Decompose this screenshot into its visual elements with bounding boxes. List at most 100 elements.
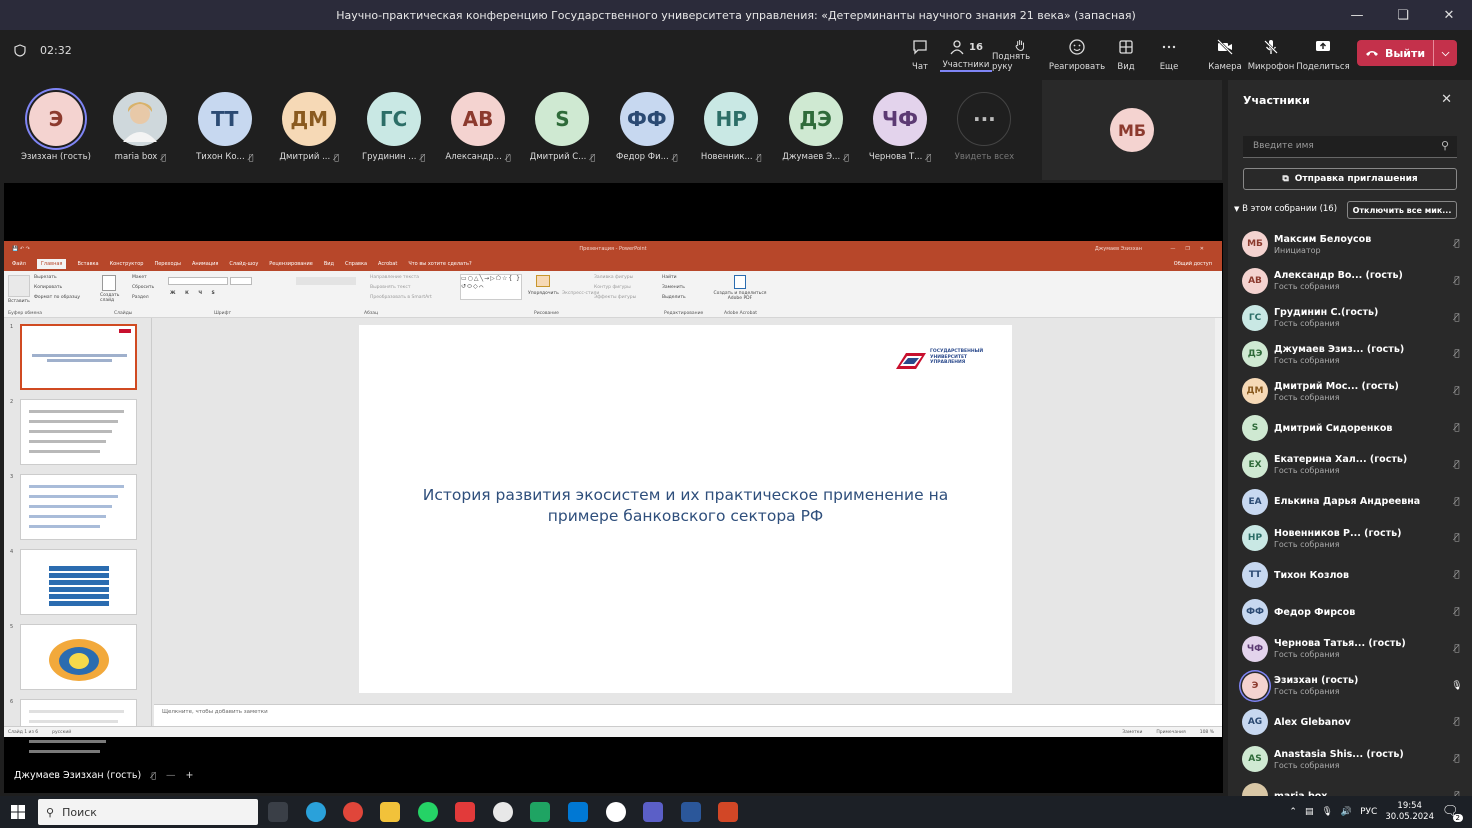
status-zoom[interactable]: 108 % — [1200, 730, 1214, 735]
participant-tile[interactable]: maria box 🎙̸ — [98, 92, 182, 166]
font-format-buttons[interactable]: Ж К Ч S — [170, 291, 219, 296]
align-text-button[interactable]: Выровнять текст — [370, 285, 410, 290]
chat-button[interactable]: Чат — [894, 38, 946, 72]
participant-list-item[interactable]: ЧФ Чернова Татья... (гость) Гость собрания… — [1242, 632, 1464, 666]
participant-list-item[interactable]: НР Новенников Р... (гость) Гость собрания 🎙… — [1242, 521, 1464, 555]
minimize-icon[interactable]: — — [1334, 0, 1380, 30]
participant-list-item[interactable]: МБ Максим Белоусов Инициатор 🎙̸ — [1242, 227, 1464, 261]
in-meeting-section-header[interactable]: ▼ В этом собрании (16) — [1234, 204, 1337, 214]
ppt-tab[interactable]: Слайд-шоу — [229, 261, 258, 267]
ppt-tab[interactable]: Acrobat — [378, 261, 397, 267]
tray-mic-icon[interactable]: 🎙 — [1321, 807, 1332, 817]
participant-list-item[interactable]: S Дмитрий Сидоренков 🎙̸ — [1242, 411, 1464, 445]
participant-list-item[interactable]: Э Эзизхан (гость) Гость собрания 🎙 — [1242, 669, 1464, 703]
status-notes-button[interactable]: Заметки — [1122, 730, 1142, 735]
smartart-button[interactable]: Преобразовать в SmartArt — [370, 295, 432, 300]
find-button[interactable]: Найти — [662, 275, 677, 280]
windows-start-icon[interactable] — [11, 805, 25, 819]
powerpoint-icon[interactable] — [718, 802, 738, 822]
new-slide-icon[interactable] — [102, 275, 116, 291]
ppt-share-button[interactable]: Общий доступ — [1174, 261, 1212, 267]
copy-button[interactable]: Копировать — [34, 285, 62, 290]
shape-effects-button[interactable]: Эффекты фигуры — [594, 295, 636, 300]
ppt-window-controls[interactable]: —❐✕ — [1170, 246, 1214, 252]
participant-search-input[interactable]: Введите имя ⚲ — [1243, 136, 1457, 158]
layout-button[interactable]: Макет — [132, 275, 147, 280]
paste-button[interactable]: Вставить — [8, 299, 30, 304]
participant-tile[interactable]: ЧФ Чернова Т... 🎙̸ — [858, 92, 942, 166]
slide-thumbnail[interactable] — [20, 324, 137, 390]
camera-button[interactable]: Камера — [1199, 38, 1251, 72]
participant-tile[interactable]: ДЭ Джумаев Э... 🎙̸ — [774, 92, 858, 166]
participant-list-item[interactable]: ГС Грудинин С.(гость) Гость собрания 🎙̸ — [1242, 301, 1464, 335]
leave-button[interactable]: Выйти ⌵ — [1357, 40, 1457, 66]
mute-all-button[interactable]: Отключить все мик... — [1347, 201, 1457, 219]
acrobat-create-button[interactable]: Создать и поделиться Adobe PDF — [710, 291, 770, 301]
arrange-icon[interactable] — [536, 275, 550, 287]
file-explorer-icon[interactable] — [380, 802, 400, 822]
tray-chevron-up-icon[interactable]: ⌃ — [1289, 807, 1297, 817]
tray-volume-icon[interactable]: 🔊 — [1341, 807, 1352, 817]
current-slide[interactable]: ГОСУДАРСТВЕННЫЙ УНИВЕРСИТЕТ УПРАВЛЕНИЯ И… — [359, 325, 1012, 693]
select-button[interactable]: Выделить — [662, 295, 686, 300]
participant-list-item[interactable]: АВ Александр Во... (гость) Гость собрания 🎙… — [1242, 264, 1464, 298]
word-icon[interactable] — [681, 802, 701, 822]
panel-close-icon[interactable]: ✕ — [1441, 92, 1452, 107]
ms-store-icon[interactable] — [568, 802, 588, 822]
text-direction-button[interactable]: Направление текста — [370, 275, 419, 280]
participant-list-item[interactable]: ТТ Тихон Козлов 🎙̸ — [1242, 558, 1464, 592]
participant-list-item[interactable]: ДЭ Джумаев Эзиз... (гость) Гость собрания 🎙… — [1242, 337, 1464, 371]
slide-thumbnail[interactable] — [20, 474, 137, 540]
participant-tile[interactable]: ГС Грудинин ... 🎙̸ — [352, 92, 436, 166]
maximize-icon[interactable]: ❏ — [1380, 0, 1426, 30]
yandex-browser-icon[interactable] — [606, 802, 626, 822]
mic-button[interactable]: Микрофон — [1245, 38, 1297, 72]
react-button[interactable]: Реагировать — [1049, 38, 1105, 72]
share-button[interactable]: Поделиться — [1296, 38, 1350, 72]
slide-thumbnail[interactable] — [20, 549, 137, 615]
itunes-icon[interactable] — [493, 802, 513, 822]
participant-tile[interactable]: ··· Увидеть всех — [942, 92, 1026, 166]
font-size-input[interactable] — [230, 277, 252, 285]
replace-button[interactable]: Заменить — [662, 285, 685, 290]
reset-button[interactable]: Сбросить — [132, 285, 154, 290]
spotlight-video-tile[interactable]: МБ — [1042, 80, 1222, 180]
section-button[interactable]: Раздел — [132, 295, 149, 300]
participant-tile[interactable]: Э Эзизхан (гость) — [14, 92, 98, 166]
ppt-tab[interactable]: Конструктор — [110, 261, 144, 267]
notes-pane[interactable]: Щелкните, чтобы добавить заметки — [154, 704, 1222, 726]
participant-tile[interactable]: ТТ Тихон Ко... 🎙̸ — [183, 92, 267, 166]
participant-tile[interactable]: АВ Александр... 🎙̸ — [436, 92, 520, 166]
shapes-gallery[interactable]: ▭○△╲→▷⬠☆{ }↺⬭◇⌒ — [460, 274, 522, 300]
send-invite-button[interactable]: ⧉ Отправка приглашения — [1243, 168, 1457, 190]
participant-tile[interactable]: НР Новенник... 🎙̸ — [689, 92, 773, 166]
google-drive-icon[interactable] — [530, 802, 550, 822]
ppt-tab[interactable]: Рецензирование — [269, 261, 313, 267]
participant-list-item[interactable]: AS Anastasia Shis... (гость) Гость собрани… — [1242, 742, 1464, 776]
ppt-tab[interactable]: Вид — [324, 261, 334, 267]
save-icon[interactable]: 💾 ↶ ↷ — [12, 246, 30, 252]
leave-options-chevron-icon[interactable]: ⌵ — [1433, 40, 1457, 66]
participant-tile[interactable]: S Дмитрий С... 🎙̸ — [520, 92, 604, 166]
slide-thumbnails-pane[interactable]: 1 2 3 4 5 6 — [4, 318, 152, 753]
participants-button[interactable]: 16 Участники — [940, 38, 992, 72]
cut-button[interactable]: Вырезать — [34, 275, 57, 280]
ppt-tab[interactable]: Главная — [36, 259, 67, 269]
tray-network-icon[interactable]: ▤ — [1305, 807, 1314, 817]
status-comments-button[interactable]: Примечания — [1156, 730, 1185, 735]
whatsapp-icon[interactable] — [418, 802, 438, 822]
anydesk-icon[interactable] — [455, 802, 475, 822]
slide-thumbnail[interactable] — [20, 699, 137, 753]
ppt-tab[interactable]: Вставка — [77, 261, 98, 267]
ppt-tab[interactable]: Анимация — [192, 261, 218, 267]
participant-list-item[interactable]: ЕА Елькина Дарья Андреевна 🎙̸ — [1242, 485, 1464, 519]
participant-list-item[interactable]: ДМ Дмитрий Мос... (гость) Гость собрания 🎙̸ — [1242, 374, 1464, 408]
participant-list-item[interactable]: ФФ Федор Фирсов 🎙̸ — [1242, 595, 1464, 629]
raise-hand-button[interactable]: Поднять руку — [992, 38, 1048, 72]
shape-outline-button[interactable]: Контур фигуры — [594, 285, 631, 290]
arrange-button[interactable]: Упорядочить — [528, 291, 559, 296]
paste-icon[interactable] — [8, 275, 30, 297]
more-button[interactable]: Еще — [1143, 38, 1195, 72]
minimize-presenter-icon[interactable]: — — [166, 770, 176, 781]
participant-list-item[interactable]: AG Alex Glebanov 🎙̸ — [1242, 705, 1464, 739]
